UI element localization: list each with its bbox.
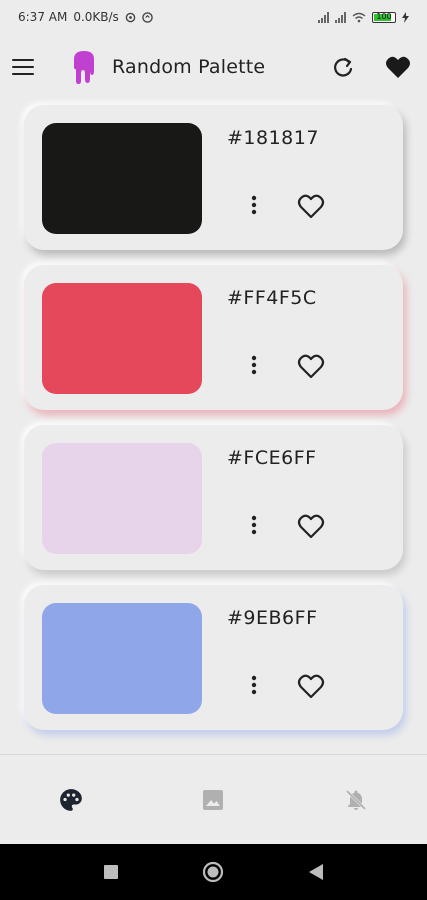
notifications-off-icon bbox=[345, 789, 366, 811]
app-actions bbox=[331, 55, 415, 79]
more-vert-icon bbox=[251, 675, 257, 695]
sync-status-icon bbox=[142, 11, 153, 23]
charging-icon bbox=[402, 11, 409, 23]
status-right: 100 bbox=[318, 11, 409, 23]
more-options-button[interactable] bbox=[244, 193, 264, 217]
hex-code-label: #FCE6FF bbox=[227, 447, 317, 469]
favorite-button[interactable] bbox=[296, 671, 326, 701]
signal-icon-2 bbox=[335, 11, 346, 23]
color-swatch[interactable] bbox=[42, 283, 202, 394]
favorite-button[interactable] bbox=[296, 191, 326, 221]
more-vert-icon bbox=[251, 195, 257, 215]
battery-icon: 100 bbox=[372, 11, 396, 23]
app-title: Random Palette bbox=[112, 56, 266, 78]
menu-icon-line bbox=[12, 66, 34, 68]
refresh-button[interactable] bbox=[331, 55, 355, 79]
palette-icon bbox=[60, 789, 82, 811]
hex-code-label: #9EB6FF bbox=[227, 607, 318, 629]
more-options-button[interactable] bbox=[244, 353, 264, 377]
hex-code-label: #181817 bbox=[227, 127, 319, 149]
recents-button[interactable] bbox=[91, 852, 131, 892]
back-triangle-icon bbox=[308, 864, 323, 880]
battery-level: 100 bbox=[376, 11, 392, 21]
palette-card: #181817 bbox=[24, 105, 403, 250]
menu-icon-line bbox=[12, 59, 34, 61]
square-icon bbox=[104, 865, 119, 879]
wifi-icon bbox=[352, 12, 366, 22]
palette-card: #9EB6FF bbox=[24, 585, 403, 730]
more-vert-icon bbox=[251, 355, 257, 375]
status-speed: 0.0KB/s bbox=[73, 10, 119, 24]
palette-card: #FF4F5C bbox=[24, 265, 403, 410]
palette-card: #FCE6FF bbox=[24, 425, 403, 570]
home-button[interactable] bbox=[193, 852, 233, 892]
favorite-button[interactable] bbox=[296, 351, 326, 381]
heart-outline-icon bbox=[297, 194, 325, 219]
nav-notifications-off-tab[interactable] bbox=[326, 770, 386, 830]
back-button[interactable] bbox=[296, 852, 336, 892]
circle-home-icon bbox=[203, 861, 224, 883]
nav-palette-tab[interactable] bbox=[41, 770, 101, 830]
signal-icon bbox=[318, 11, 329, 23]
menu-button[interactable] bbox=[12, 54, 38, 80]
favorite-button[interactable] bbox=[296, 511, 326, 541]
image-icon bbox=[203, 790, 224, 810]
heart-filled-icon bbox=[386, 56, 410, 78]
favorites-button[interactable] bbox=[385, 55, 411, 79]
status-left: 6:37 AM 0.0KB/s bbox=[18, 10, 153, 24]
color-swatch[interactable] bbox=[42, 123, 202, 234]
heart-outline-icon bbox=[297, 514, 325, 539]
paint-drip-logo-icon bbox=[74, 51, 94, 84]
more-vert-icon bbox=[251, 515, 257, 535]
color-swatch[interactable] bbox=[42, 443, 202, 554]
color-swatch[interactable] bbox=[42, 603, 202, 714]
menu-icon-line bbox=[12, 73, 34, 75]
heart-outline-icon bbox=[297, 674, 325, 699]
refresh-icon bbox=[334, 57, 353, 77]
hex-code-label: #FF4F5C bbox=[227, 287, 317, 309]
settings-status-icon bbox=[125, 12, 136, 22]
app-bar: Random Palette bbox=[0, 34, 427, 100]
status-bar: 6:37 AM 0.0KB/s 100 bbox=[0, 0, 427, 34]
bottom-navigation bbox=[0, 754, 427, 845]
heart-outline-icon bbox=[297, 354, 325, 379]
system-navigation-bar bbox=[0, 844, 427, 900]
status-time: 6:37 AM bbox=[18, 10, 68, 24]
more-options-button[interactable] bbox=[244, 513, 264, 537]
more-options-button[interactable] bbox=[244, 673, 264, 697]
nav-image-tab[interactable] bbox=[183, 770, 243, 830]
